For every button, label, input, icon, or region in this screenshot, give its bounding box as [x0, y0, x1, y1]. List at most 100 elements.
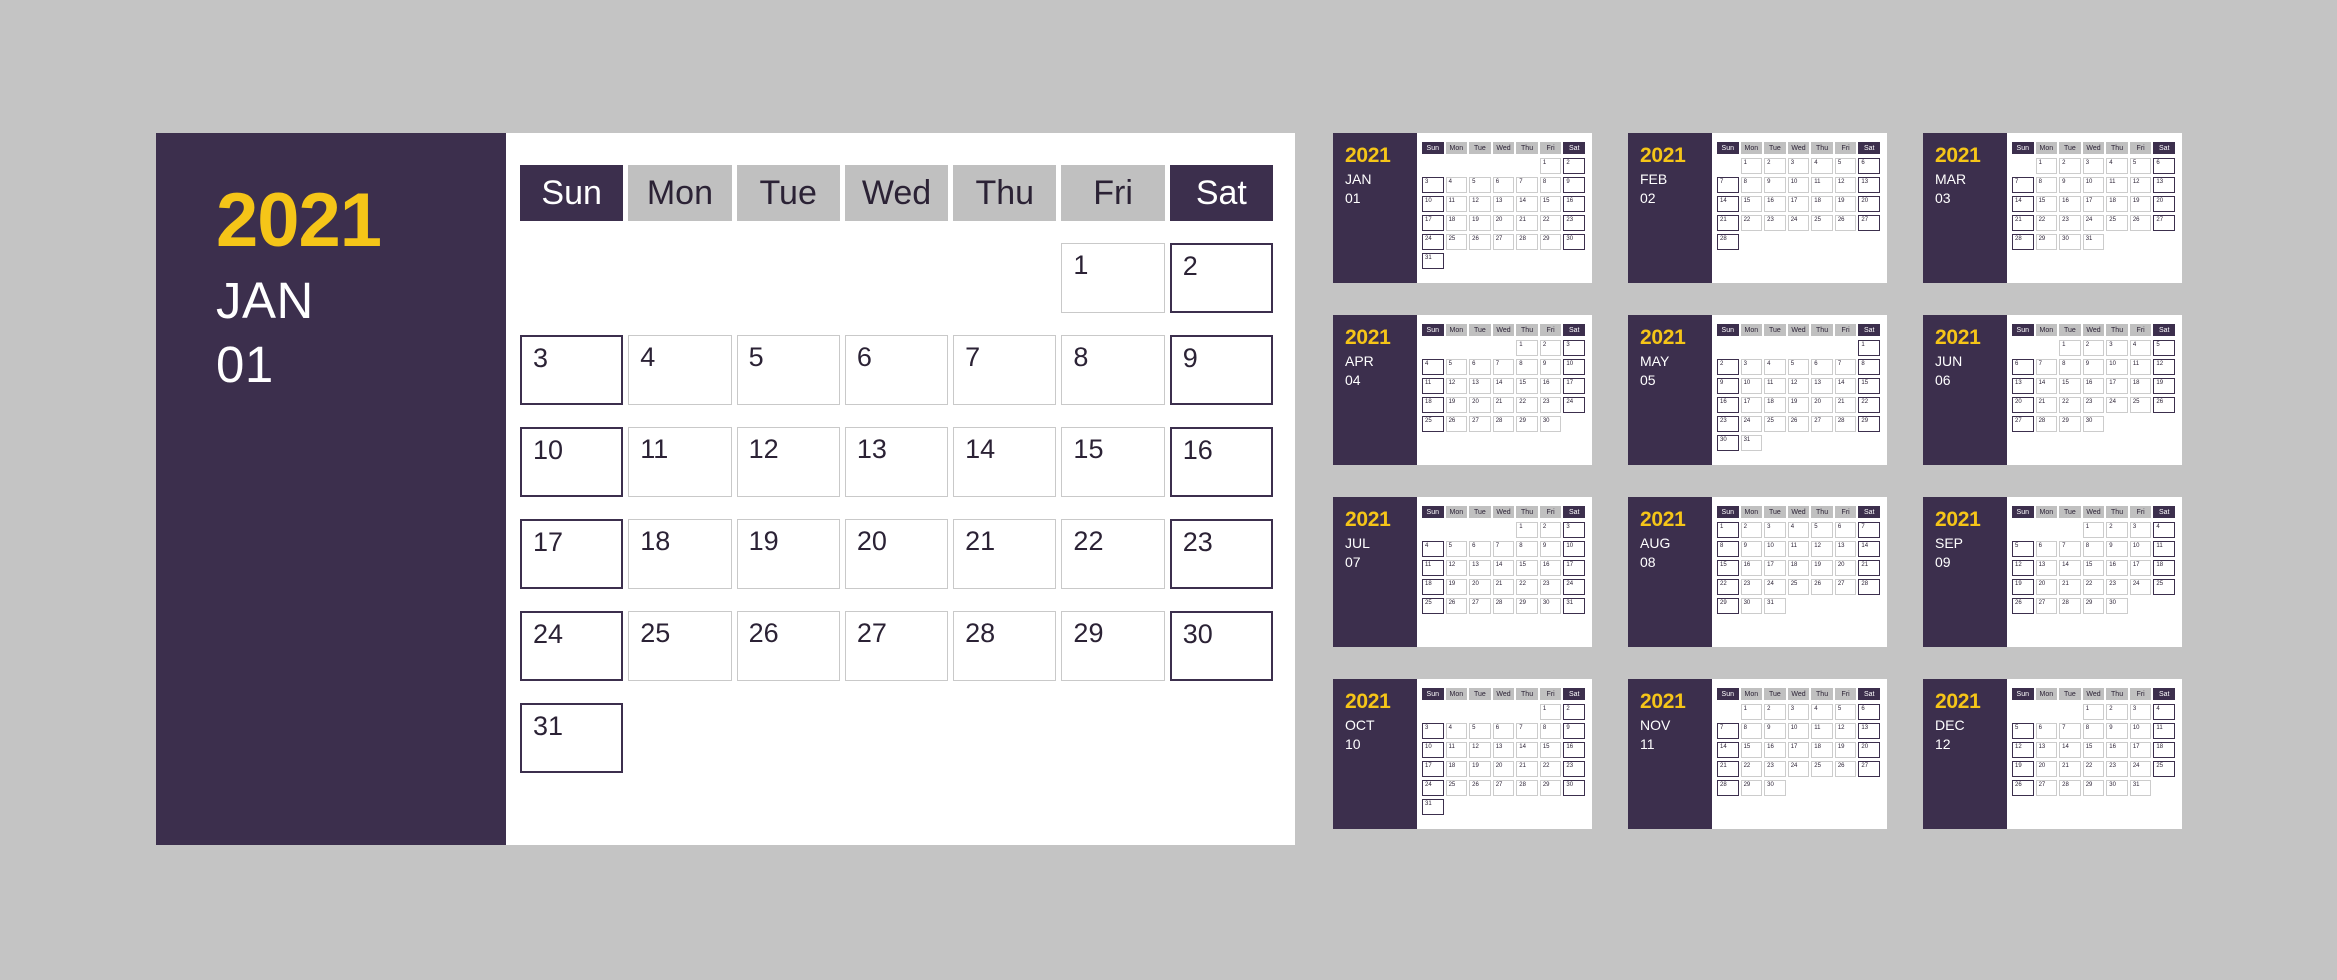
mini-day-cell[interactable]: 11: [1422, 560, 1444, 576]
main-day-cell[interactable]: 27: [844, 611, 949, 681]
mini-day-cell[interactable]: 13: [1834, 541, 1857, 557]
main-day-cell[interactable]: 30: [1169, 611, 1273, 681]
mini-day-cell[interactable]: 21: [1516, 215, 1538, 231]
mini-day-cell[interactable]: 17: [2129, 560, 2152, 576]
mini-day-cell[interactable]: 10: [1764, 541, 1786, 557]
mini-day-cell[interactable]: 11: [1811, 177, 1833, 193]
mini-day-cell[interactable]: 28: [1492, 598, 1515, 614]
mini-day-cell[interactable]: 19: [1469, 761, 1491, 777]
main-day-cell[interactable]: 8: [1061, 335, 1165, 405]
mini-day-cell[interactable]: 17: [1422, 215, 1444, 231]
mini-day-cell[interactable]: 16: [1563, 196, 1585, 212]
mini-day-cell[interactable]: 22: [1539, 215, 1562, 231]
mini-day-cell[interactable]: 16: [2059, 196, 2081, 212]
mini-day-cell[interactable]: 7: [1858, 522, 1880, 538]
mini-day-cell[interactable]: 23: [1764, 761, 1786, 777]
mini-day-cell[interactable]: 28: [1717, 234, 1739, 250]
mini-day-cell[interactable]: 14: [1492, 378, 1515, 394]
mini-day-cell[interactable]: 9: [1764, 723, 1786, 739]
mini-day-cell[interactable]: 12: [2129, 177, 2152, 193]
mini-day-cell[interactable]: 3: [2082, 158, 2105, 174]
mini-day-cell[interactable]: 3: [2106, 340, 2128, 356]
mini-day-cell[interactable]: 9: [2059, 177, 2081, 193]
mini-day-cell[interactable]: 1: [1516, 522, 1538, 538]
mini-day-cell[interactable]: 10: [2082, 177, 2105, 193]
main-day-cell[interactable]: 11: [628, 427, 732, 497]
mini-day-cell[interactable]: 31: [1563, 598, 1585, 614]
mini-day-cell[interactable]: 22: [1858, 397, 1880, 413]
mini-day-cell[interactable]: 10: [2106, 359, 2128, 375]
mini-day-cell[interactable]: 31: [1422, 799, 1444, 815]
mini-day-cell[interactable]: 24: [1422, 780, 1444, 796]
mini-day-cell[interactable]: 1: [1858, 340, 1880, 356]
mini-day-cell[interactable]: 18: [1764, 397, 1786, 413]
mini-day-cell[interactable]: 23: [2082, 397, 2105, 413]
mini-day-cell[interactable]: 29: [1858, 416, 1880, 432]
mini-day-cell[interactable]: 10: [1563, 359, 1585, 375]
mini-day-cell[interactable]: 5: [2129, 158, 2152, 174]
mini-day-cell[interactable]: 10: [1787, 177, 1810, 193]
mini-day-cell[interactable]: 7: [2059, 541, 2081, 557]
main-day-cell[interactable]: 16: [1169, 427, 1273, 497]
mini-calendar-nov[interactable]: 2021 NOV 11 Sun Mon Tue Wed Thu Fri Sat 1 2 3 4 5 6 7 8 9 1…: [1628, 679, 1887, 829]
mini-day-cell[interactable]: 18: [1422, 579, 1444, 595]
mini-day-cell[interactable]: 21: [2035, 397, 2058, 413]
mini-day-cell[interactable]: 16: [2106, 560, 2128, 576]
mini-day-cell[interactable]: 2: [1563, 158, 1585, 174]
mini-day-cell[interactable]: 22: [2082, 579, 2105, 595]
mini-day-cell[interactable]: 21: [1492, 397, 1515, 413]
mini-day-cell[interactable]: 27: [1469, 598, 1491, 614]
mini-calendar-sep[interactable]: 2021 SEP 09 Sun Mon Tue Wed Thu Fri Sat 1 2 3 4 5 6 7 8 9 1…: [1923, 497, 2182, 647]
mini-day-cell[interactable]: 13: [1469, 378, 1491, 394]
mini-day-cell[interactable]: 7: [2035, 359, 2058, 375]
mini-day-cell[interactable]: 10: [2129, 723, 2152, 739]
mini-day-cell[interactable]: 10: [1422, 196, 1444, 212]
mini-day-cell[interactable]: 4: [1811, 158, 1833, 174]
mini-day-cell[interactable]: 5: [1469, 723, 1491, 739]
mini-day-cell[interactable]: 30: [1539, 598, 1562, 614]
mini-calendar-feb[interactable]: 2021 FEB 02 Sun Mon Tue Wed Thu Fri Sat 1 2 3 4 5 6 7 8 9 1…: [1628, 133, 1887, 283]
mini-day-cell[interactable]: 20: [2035, 761, 2058, 777]
mini-day-cell[interactable]: 13: [1492, 742, 1515, 758]
mini-day-cell[interactable]: 9: [1563, 177, 1585, 193]
mini-day-cell[interactable]: 19: [1811, 560, 1833, 576]
mini-day-cell[interactable]: 2: [1539, 522, 1562, 538]
mini-day-cell[interactable]: 30: [2106, 598, 2128, 614]
mini-day-cell[interactable]: 4: [2153, 704, 2175, 720]
mini-day-cell[interactable]: 2: [1740, 522, 1763, 538]
mini-day-cell[interactable]: 16: [2082, 378, 2105, 394]
mini-day-cell[interactable]: 10: [2129, 541, 2152, 557]
mini-day-cell[interactable]: 29: [2082, 598, 2105, 614]
mini-day-cell[interactable]: 27: [1811, 416, 1833, 432]
mini-day-cell[interactable]: 22: [1717, 579, 1739, 595]
mini-day-cell[interactable]: 4: [1811, 704, 1833, 720]
mini-day-cell[interactable]: 6: [2012, 359, 2034, 375]
mini-day-cell[interactable]: 23: [1539, 579, 1562, 595]
mini-day-cell[interactable]: 6: [2035, 723, 2058, 739]
mini-day-cell[interactable]: 30: [1563, 780, 1585, 796]
mini-day-cell[interactable]: 31: [1422, 253, 1444, 269]
main-day-cell[interactable]: 5: [736, 335, 840, 405]
mini-day-cell[interactable]: 31: [1764, 598, 1786, 614]
mini-calendar-jan[interactable]: 2021 JAN 01 Sun Mon Tue Wed Thu Fri Sat 1 2 3 4 5 6 7 8 9 1…: [1333, 133, 1592, 283]
mini-day-cell[interactable]: 2: [2059, 158, 2081, 174]
mini-day-cell[interactable]: 27: [1469, 416, 1491, 432]
mini-day-cell[interactable]: 31: [2129, 780, 2152, 796]
mini-day-cell[interactable]: 17: [1764, 560, 1786, 576]
main-day-cell[interactable]: 23: [1169, 519, 1273, 589]
mini-day-cell[interactable]: 8: [1858, 359, 1880, 375]
mini-day-cell[interactable]: 27: [2035, 780, 2058, 796]
mini-day-cell[interactable]: 15: [2059, 378, 2081, 394]
mini-day-cell[interactable]: 26: [2012, 598, 2034, 614]
mini-day-cell[interactable]: 1: [1740, 158, 1763, 174]
mini-day-cell[interactable]: 15: [1740, 196, 1763, 212]
mini-day-cell[interactable]: 30: [1539, 416, 1562, 432]
mini-day-cell[interactable]: 13: [1858, 723, 1880, 739]
mini-day-cell[interactable]: 27: [2035, 598, 2058, 614]
mini-day-cell[interactable]: 16: [1717, 397, 1739, 413]
mini-day-cell[interactable]: 5: [1834, 704, 1857, 720]
mini-day-cell[interactable]: 13: [2035, 560, 2058, 576]
mini-day-cell[interactable]: 6: [1469, 541, 1491, 557]
mini-day-cell[interactable]: 19: [1787, 397, 1810, 413]
mini-day-cell[interactable]: 20: [1469, 579, 1491, 595]
